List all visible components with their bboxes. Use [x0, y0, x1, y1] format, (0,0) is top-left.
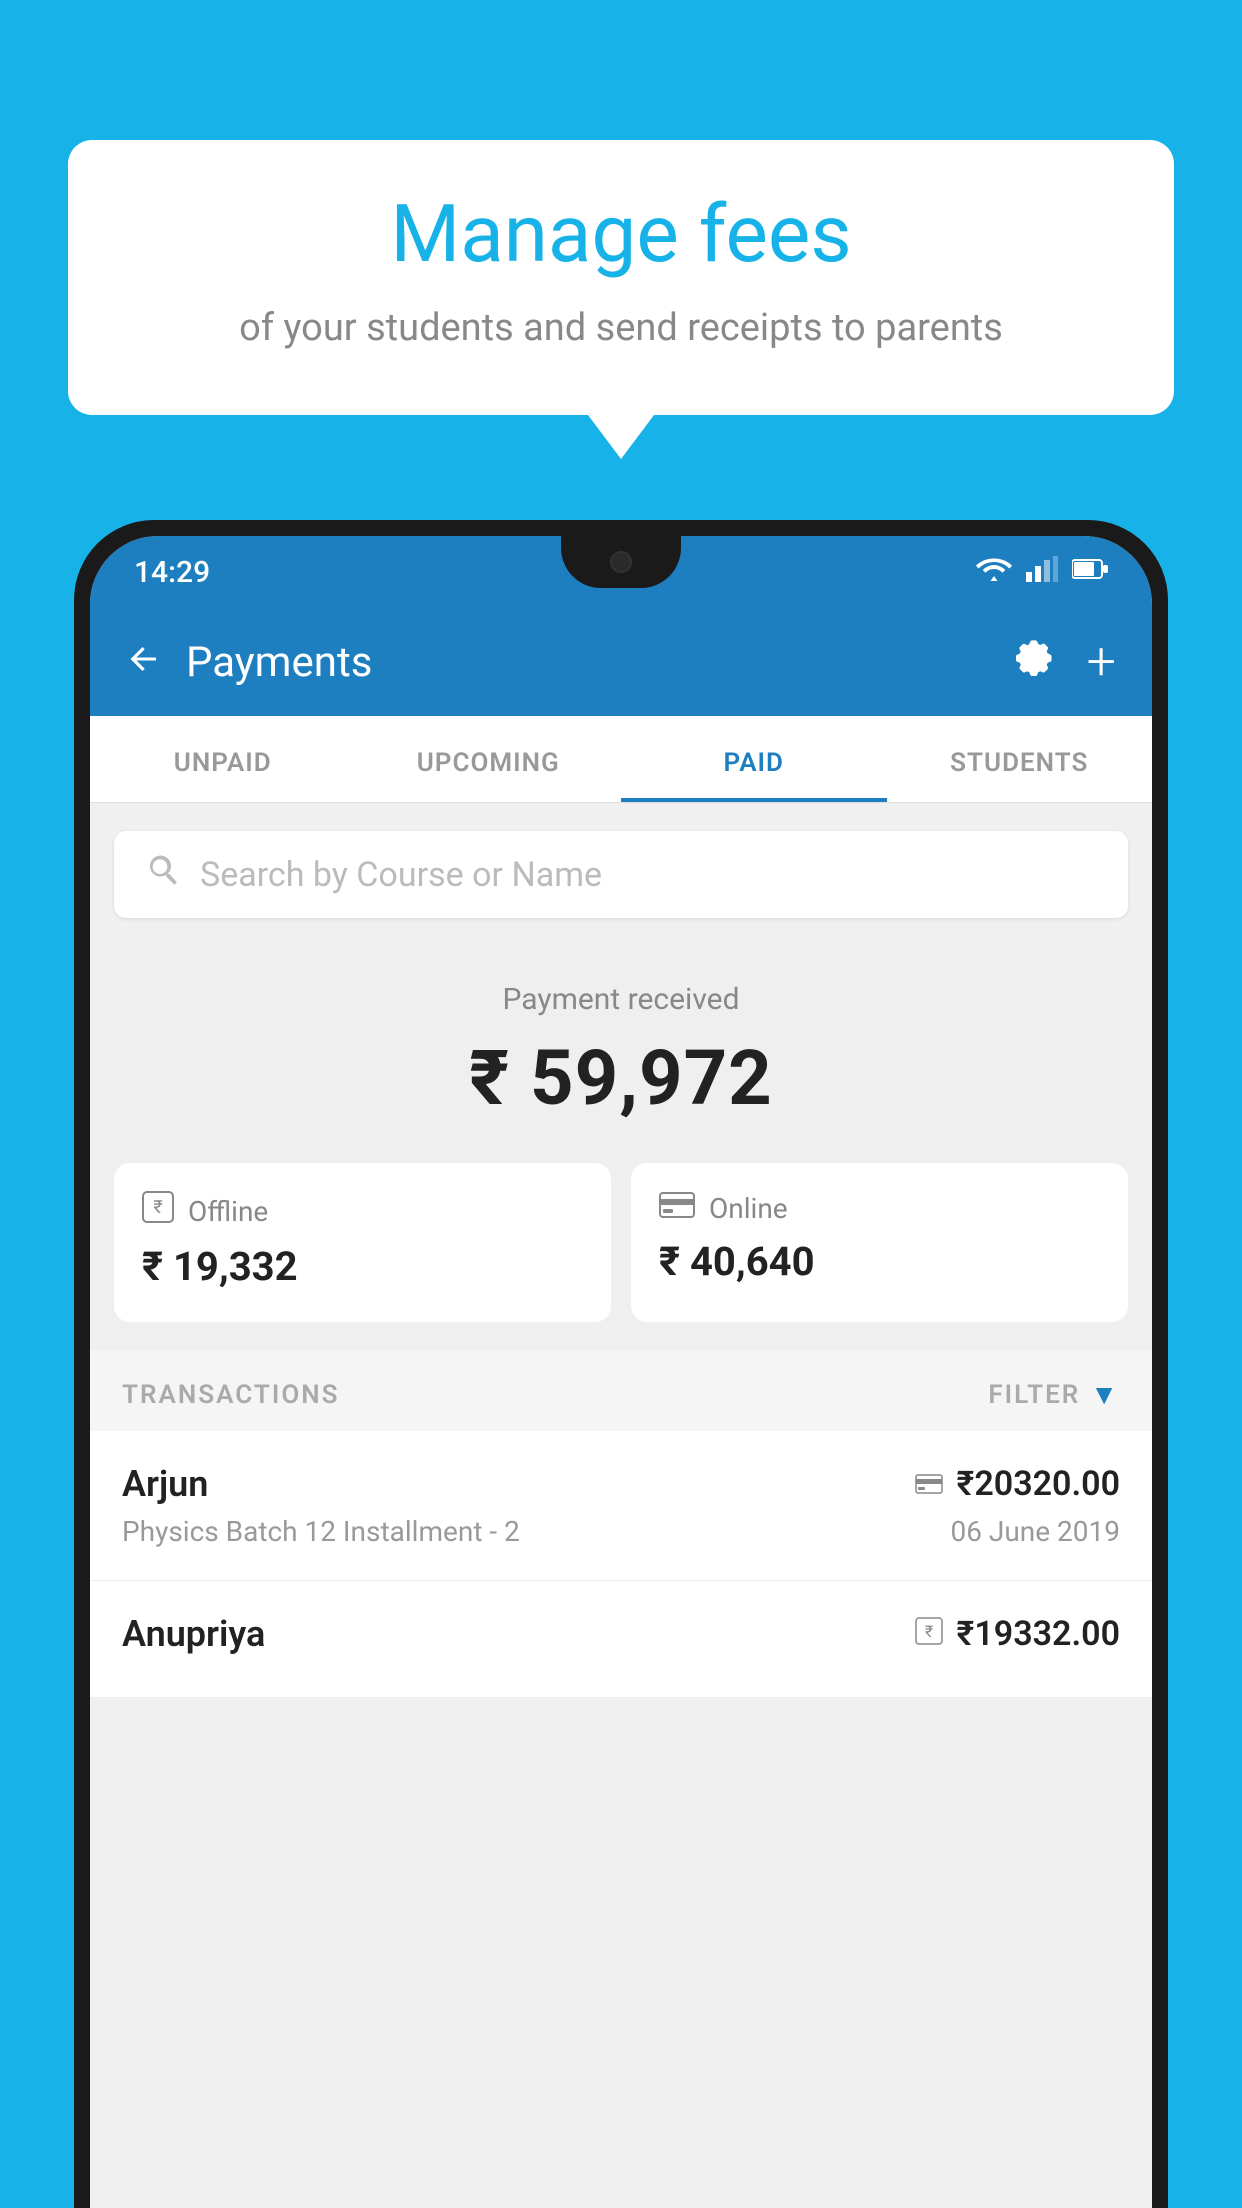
transaction-row-anupriya[interactable]: Anupriya ₹ ₹19332.00: [90, 1581, 1152, 1698]
search-bar[interactable]: Search by Course or Name: [114, 831, 1128, 918]
transaction-top-anupriya: Anupriya ₹ ₹19332.00: [122, 1613, 1120, 1655]
phone-screen: 14:29: [90, 536, 1152, 2208]
tab-upcoming[interactable]: UPCOMING: [356, 716, 622, 802]
credit-card-icon: [659, 1191, 695, 1226]
offline-amount: ₹ 19,332: [142, 1243, 583, 1290]
filter-icon: ▼: [1090, 1378, 1120, 1411]
tab-unpaid[interactable]: UNPAID: [90, 716, 356, 802]
offline-card-header: ₹ Offline: [142, 1191, 583, 1231]
tab-students[interactable]: STUDENTS: [887, 716, 1153, 802]
tab-paid[interactable]: PAID: [621, 716, 887, 802]
filter-button[interactable]: FILTER ▼: [988, 1378, 1120, 1411]
svg-text:₹: ₹: [924, 1622, 932, 1641]
tabs-bar: UNPAID UPCOMING PAID STUDENTS: [90, 716, 1152, 803]
transactions-label: TRANSACTIONS: [122, 1380, 340, 1410]
transaction-amount-arjun: ₹20320.00: [957, 1464, 1120, 1504]
battery-icon: [1072, 557, 1108, 587]
payment-received-amount: ₹ 59,972: [114, 1033, 1128, 1123]
add-icon[interactable]: +: [1087, 636, 1116, 688]
notch: [561, 536, 681, 588]
phone-inner: 14:29: [90, 536, 1152, 2208]
app-bar-title: Payments: [186, 638, 987, 687]
status-icons: [976, 556, 1108, 589]
transaction-course-arjun: Physics Batch 12 Installment - 2: [122, 1515, 520, 1548]
transaction-amount-wrap-anupriya: ₹ ₹19332.00: [915, 1614, 1120, 1654]
online-label: Online: [709, 1192, 788, 1225]
camera-dot: [610, 551, 632, 573]
app-bar-icons: +: [1011, 635, 1116, 690]
settings-icon[interactable]: [1011, 635, 1055, 690]
app-bar: Payments +: [90, 608, 1152, 716]
search-placeholder: Search by Course or Name: [200, 855, 602, 895]
anupriya-payment-type-icon: ₹: [915, 1617, 943, 1652]
transaction-amount-wrap-arjun: ₹20320.00: [915, 1464, 1120, 1504]
transactions-header: TRANSACTIONS FILTER ▼: [90, 1350, 1152, 1431]
online-card: Online ₹ 40,640: [631, 1163, 1128, 1322]
search-icon: [146, 853, 180, 896]
payment-cards-row: ₹ Offline ₹ 19,332: [90, 1163, 1152, 1350]
transaction-amount-anupriya: ₹19332.00: [957, 1614, 1120, 1654]
transaction-date-arjun: 06 June 2019: [950, 1515, 1120, 1548]
status-time: 14:29: [134, 555, 210, 590]
svg-text:₹: ₹: [153, 1197, 162, 1218]
transaction-name-arjun: Arjun: [122, 1463, 208, 1505]
phone-frame: 14:29: [74, 520, 1168, 2208]
bubble-title: Manage fees: [128, 190, 1114, 278]
wifi-icon: [976, 556, 1012, 589]
filter-label: FILTER: [988, 1380, 1080, 1410]
offline-label: Offline: [188, 1195, 268, 1228]
signal-icon: [1026, 556, 1058, 589]
payment-received-label: Payment received: [114, 982, 1128, 1017]
transaction-row-arjun[interactable]: Arjun ₹20320.00: [90, 1431, 1152, 1581]
online-card-header: Online: [659, 1191, 1100, 1226]
status-bar: 14:29: [90, 536, 1152, 608]
payment-received-section: Payment received ₹ 59,972: [90, 946, 1152, 1163]
transaction-top-arjun: Arjun ₹20320.00: [122, 1463, 1120, 1505]
speech-bubble: Manage fees of your students and send re…: [68, 140, 1174, 415]
transaction-bottom-arjun: Physics Batch 12 Installment - 2 06 June…: [122, 1515, 1120, 1548]
transaction-name-anupriya: Anupriya: [122, 1613, 265, 1655]
rupee-square-icon: ₹: [142, 1191, 174, 1231]
offline-card: ₹ Offline ₹ 19,332: [114, 1163, 611, 1322]
arjun-payment-type-icon: [915, 1468, 943, 1501]
back-button[interactable]: [126, 636, 162, 688]
bubble-subtitle: of your students and send receipts to pa…: [128, 302, 1114, 355]
online-amount: ₹ 40,640: [659, 1238, 1100, 1285]
